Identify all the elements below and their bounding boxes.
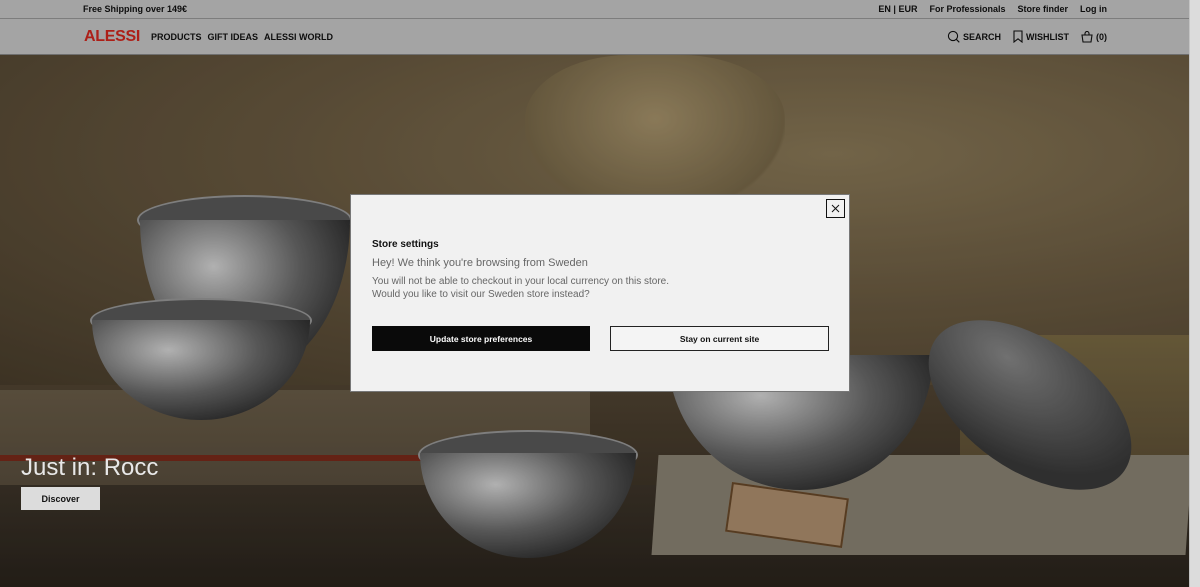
page-scrollbar[interactable] [1189, 0, 1200, 587]
hero-title: Just in: Rocc [21, 454, 159, 481]
close-modal-button[interactable] [826, 199, 845, 218]
discover-button[interactable]: Discover [21, 487, 100, 510]
modal-title: Store settings [372, 239, 439, 250]
store-settings-modal: Store settings Hey! We think you're brow… [350, 194, 850, 392]
close-icon [831, 204, 840, 213]
modal-body-line: Would you like to visit our Sweden store… [372, 289, 590, 300]
update-store-preferences-button[interactable]: Update store preferences [372, 326, 590, 351]
stay-on-current-site-button[interactable]: Stay on current site [610, 326, 829, 351]
modal-body: You will not be able to checkout in your… [372, 275, 772, 301]
modal-body-line: You will not be able to checkout in your… [372, 276, 670, 287]
modal-subtitle: Hey! We think you're browsing from Swede… [372, 257, 588, 269]
